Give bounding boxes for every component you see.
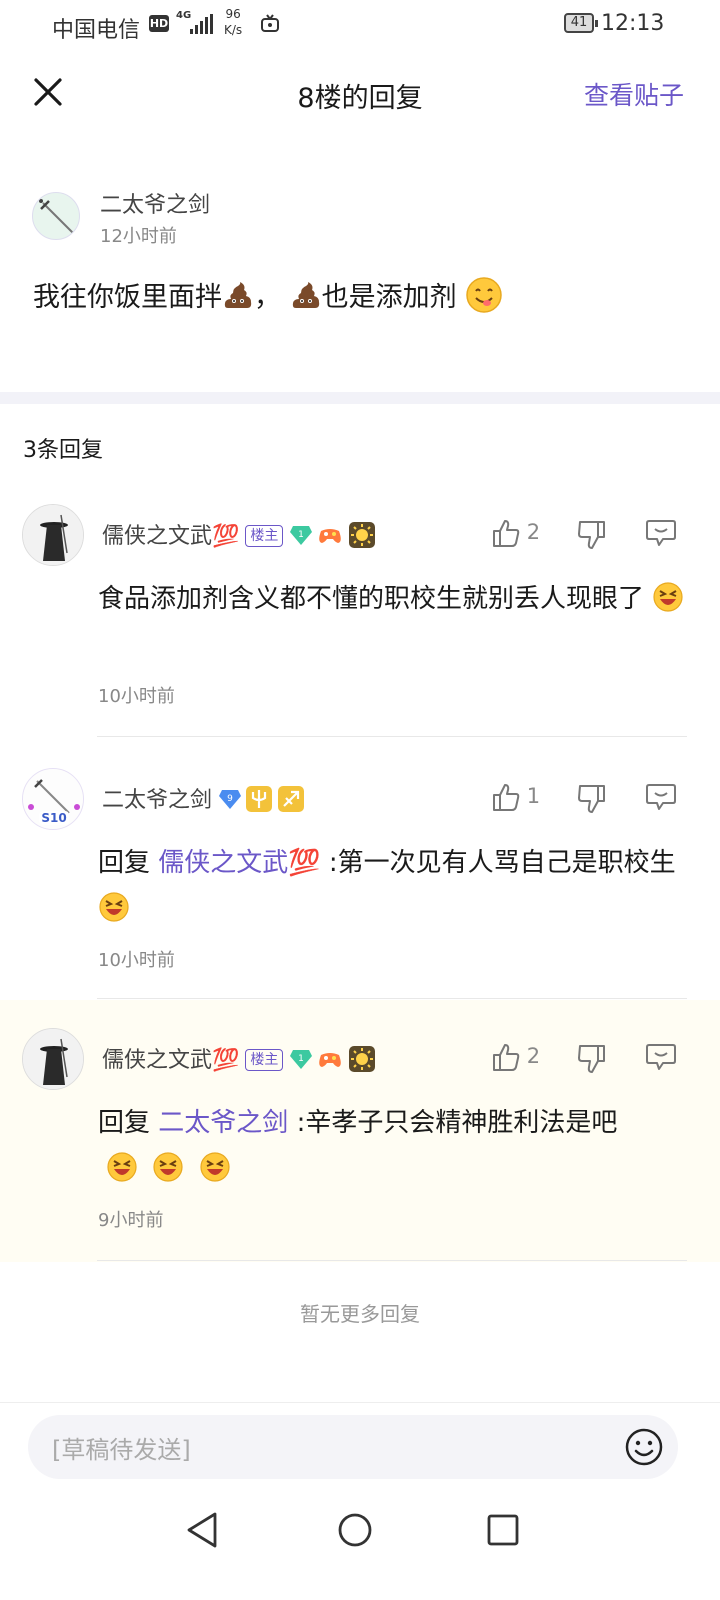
input-placeholder: [草稿待发送] <box>52 1436 191 1464</box>
avatar[interactable] <box>22 504 84 566</box>
carrier-label: 中国电信 <box>52 18 141 43</box>
reply-time: 10小时前 <box>98 950 175 971</box>
level-gem-icon: 9 <box>218 788 242 810</box>
reply-time: 9小时前 <box>98 1210 164 1231</box>
thumbs-up-icon <box>493 784 520 811</box>
laughing-emoji-icon <box>98 891 130 923</box>
sagittarius-badge-icon <box>278 786 305 812</box>
avatar[interactable] <box>32 192 80 240</box>
avatar[interactable] <box>22 1028 84 1090</box>
dislike-button[interactable] <box>576 1042 606 1074</box>
reply-button[interactable] <box>645 1042 677 1072</box>
sword-avatar-icon: S10 <box>23 769 83 829</box>
comment-icon <box>646 520 676 546</box>
poop-emoji-icon <box>290 280 322 312</box>
thumbs-up-icon <box>493 520 520 547</box>
sun-badge-icon <box>349 1046 376 1072</box>
thumbs-up-icon <box>493 1044 520 1071</box>
clock: 12:13 <box>601 11 665 36</box>
sword-icon <box>39 199 74 234</box>
reply-time: 10小时前 <box>98 686 175 707</box>
reply-author[interactable]: 儒侠之文武💯 楼主 1 <box>102 518 376 550</box>
reply-button[interactable] <box>645 782 677 812</box>
divider <box>97 1260 687 1261</box>
reply-count: 3条回复 <box>23 438 103 463</box>
post-time: 12小时前 <box>100 226 177 247</box>
like-button[interactable]: 1 <box>492 782 540 812</box>
yum-emoji-icon <box>465 276 503 314</box>
back-triangle-icon[interactable] <box>185 1510 221 1550</box>
avatar[interactable]: S10 <box>22 768 84 830</box>
battery-icon: 41 <box>564 13 598 33</box>
reply-item: 儒侠之文武💯 楼主 1 2 回复 二太爷之剑 :辛孝子只会精神胜利法是吧 9小时前 <box>0 1000 720 1262</box>
thumbs-down-icon <box>578 521 605 549</box>
reply-author[interactable]: 二太爷之剑 9 <box>102 782 305 814</box>
emoji-icon[interactable] <box>624 1427 664 1467</box>
comment-icon <box>646 1044 676 1070</box>
section-divider <box>0 392 720 404</box>
svg-text:S10: S10 <box>41 811 66 825</box>
post-text: 我往你饭里面拌， 也是添加剂 <box>33 276 503 317</box>
main-post: 二太爷之剑 12小时前 我往你饭里面拌， 也是添加剂 <box>0 180 720 390</box>
trident-badge-icon <box>246 786 273 812</box>
recent-apps-icon[interactable] <box>486 1512 520 1548</box>
mention-link[interactable]: 儒侠之文武💯 <box>158 848 320 878</box>
sun-badge-icon <box>349 522 376 548</box>
game-controller-icon <box>317 1046 343 1072</box>
laughing-emoji-icon <box>199 1151 231 1183</box>
divider <box>97 998 687 999</box>
thumbs-down-icon <box>578 1045 605 1073</box>
hd-icon: HD <box>149 15 169 32</box>
reply-text: 回复 二太爷之剑 :辛孝子只会精神胜利法是吧 <box>98 1100 688 1192</box>
level-gem-icon: 1 <box>289 1048 313 1070</box>
reply-text: 回复 儒侠之文武💯 :第一次见有人骂自己是职校生 <box>98 840 688 932</box>
reply-text: 食品添加剂含义都不懂的职校生就别丢人现眼了 <box>98 576 688 622</box>
post-author[interactable]: 二太爷之剑 <box>100 187 210 219</box>
swordsman-avatar-icon <box>23 505 83 565</box>
op-badge: 楼主 <box>245 1049 284 1071</box>
view-post-link[interactable]: 查看贴子 <box>584 76 684 112</box>
home-circle-icon[interactable] <box>337 1510 373 1550</box>
poop-emoji-icon <box>222 280 254 312</box>
svg-text:1: 1 <box>299 530 305 540</box>
comment-input[interactable]: [草稿待发送] <box>28 1415 678 1479</box>
op-badge: 楼主 <box>245 525 284 547</box>
signal-icon <box>190 14 214 34</box>
level-gem-icon: 1 <box>289 524 313 546</box>
comment-input-bar: [草稿待发送] <box>0 1402 720 1492</box>
top-header: 8楼的回复 查看贴子 <box>0 50 720 134</box>
tv-icon <box>261 14 279 32</box>
reply-item: S10 二太爷之剑 9 1 回复 儒侠之文武💯 :第一次见有人骂自己是职校生 10… <box>0 764 720 1000</box>
thumbs-down-icon <box>578 785 605 813</box>
network-speed: 96 K/s <box>224 7 243 37</box>
laughing-emoji-icon <box>106 1151 138 1183</box>
laughing-emoji-icon <box>652 581 684 613</box>
reply-author[interactable]: 儒侠之文武💯 楼主 1 <box>102 1042 376 1074</box>
swordsman-avatar-icon <box>23 1029 83 1089</box>
svg-text:9: 9 <box>227 794 233 804</box>
dislike-button[interactable] <box>576 782 606 814</box>
like-button[interactable]: 2 <box>492 518 540 548</box>
game-controller-icon <box>317 522 344 548</box>
svg-text:1: 1 <box>299 1054 305 1064</box>
dislike-button[interactable] <box>576 518 606 550</box>
reply-button[interactable] <box>645 518 677 548</box>
divider <box>97 736 687 737</box>
like-button[interactable]: 2 <box>492 1042 540 1072</box>
system-nav-bar <box>0 1492 720 1600</box>
laughing-emoji-icon <box>152 1151 184 1183</box>
mention-link[interactable]: 二太爷之剑 <box>158 1108 288 1138</box>
network-type: 4G <box>176 10 192 21</box>
no-more-replies: 暂无更多回复 <box>300 1302 420 1326</box>
reply-item: 儒侠之文武💯 楼主 1 2 食品添加剂含义都不懂的职校生就别丢人现眼了 10小时前 <box>0 500 720 738</box>
comment-icon <box>646 784 676 810</box>
status-bar: 中国电信 HD 4G 96 K/s 41 12:13 <box>0 0 720 50</box>
